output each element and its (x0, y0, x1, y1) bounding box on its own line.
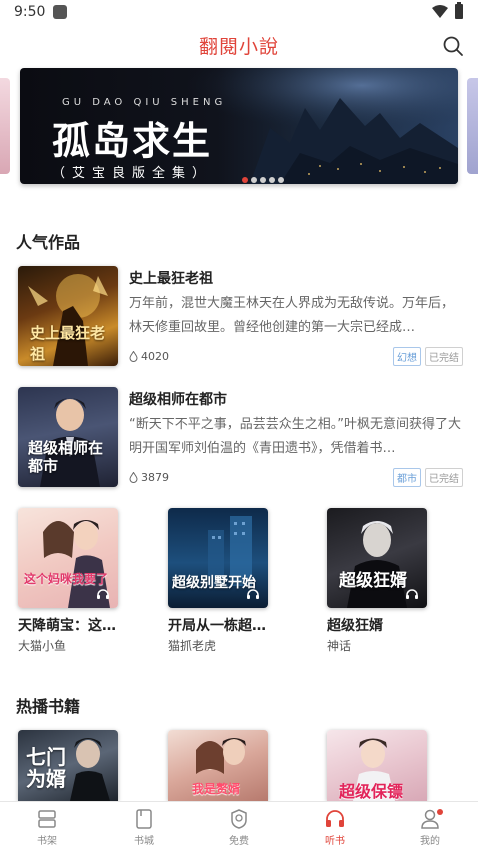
bookstore-icon (136, 809, 152, 829)
banner-carousel[interactable]: GU DAO QIU SHENG 孤岛求生 （艾宝良版全集） (20, 68, 458, 184)
book-cover[interactable]: 我是赘婿 (168, 730, 268, 801)
notification-icon (53, 5, 67, 19)
book-cover[interactable]: 超级狂婿 (327, 508, 427, 608)
app-title: 翻閱小說 (198, 36, 279, 58)
play-count: 3879 (129, 471, 169, 484)
book-cover[interactable]: 超级保镖 (327, 730, 427, 801)
carousel-dot[interactable] (251, 176, 257, 183)
nav-label: 我的 (420, 836, 440, 847)
book-tags: 幻想 已完结 (389, 346, 463, 366)
nav-item-bookshelf[interactable]: 书架 (17, 808, 77, 847)
nav-label: 书架 (37, 836, 57, 847)
audio-icon (247, 589, 259, 599)
play-count-value: 3879 (141, 471, 169, 484)
cover-title: 史上最狂老祖 (30, 324, 106, 363)
book-title[interactable]: 史上最狂老祖 (129, 268, 213, 288)
nav-item-bookstore[interactable]: 书城 (114, 808, 174, 847)
nav-item-profile[interactable]: 我的 (400, 808, 460, 847)
search-icon[interactable] (441, 34, 465, 58)
cover-title: 我是赘婿 (192, 782, 241, 796)
grid-book-item[interactable]: 七门为婿 (18, 730, 118, 801)
book-author: 神话 (327, 639, 352, 653)
book-author: 大猫小鱼 (18, 639, 67, 653)
cover-title: 超级保镖 (339, 782, 404, 801)
list-item[interactable]: 超级相师在都市 超级相师在都市 “断天下不平之事，品芸芸众生之相。”叶枫无意间获… (18, 387, 463, 487)
nav-item-audiobooks[interactable]: 听书 (305, 808, 365, 847)
status-bar: 9:50 (0, 0, 478, 26)
play-count: 4020 (129, 350, 169, 363)
app-header: 翻閱小說 (0, 26, 478, 64)
nav-label: 免费 (229, 836, 249, 847)
carousel-dot[interactable] (242, 176, 248, 183)
list-item[interactable]: 史上最狂老祖 史上最狂老祖 万年前，混世大魔王林天在人界成为无敌传说。万年后，林… (18, 266, 463, 366)
book-title[interactable]: 开局从一栋超… (168, 615, 268, 635)
banner-pinyin: GU DAO QIU SHENG (62, 97, 227, 108)
banner-prev-peek[interactable] (0, 78, 10, 174)
cover-title: 这个妈咪我要了 (24, 572, 109, 586)
book-description: 万年前，混世大魔王林天在人界成为无敌传说。万年后，林天修重回故里。曾经他创建的第… (129, 296, 455, 335)
wifi-icon (432, 5, 448, 18)
grid-book-item[interactable]: 超级狂婿 超级狂婿 神话 (327, 508, 427, 654)
carousel-dot[interactable] (278, 176, 284, 183)
section-title-hot: 热播书籍 (16, 697, 81, 716)
free-icon (231, 809, 247, 829)
section-title-popular: 人气作品 (16, 233, 81, 252)
banner-title: 孤岛求生 (52, 118, 213, 163)
book-title[interactable]: 超级相师在都市 (129, 389, 227, 409)
genre-tag: 幻想 (393, 347, 421, 366)
play-count-value: 4020 (141, 350, 169, 363)
banner-next-peek[interactable] (467, 78, 478, 174)
notification-badge (437, 809, 443, 815)
book-cover[interactable]: 这个妈咪我要了 (18, 508, 118, 608)
carousel-dot[interactable] (269, 176, 275, 183)
carousel-dot[interactable] (260, 176, 266, 183)
status-time: 9:50 (14, 4, 46, 20)
grid-book-item[interactable]: 超级保镖 (327, 730, 427, 801)
cover-title: 七门为婿 (26, 745, 66, 791)
nav-label: 听书 (325, 836, 345, 847)
nav-label: 书城 (134, 836, 154, 847)
book-author: 猫抓老虎 (168, 639, 217, 653)
grid-book-item[interactable]: 超级别墅开始 开局从一栋超… 猫抓老虎 (168, 508, 268, 654)
audio-icon (406, 589, 418, 599)
genre-tag: 都市 (393, 468, 421, 487)
nav-item-free[interactable]: 免费 (209, 808, 269, 847)
popularity-icon (129, 472, 138, 483)
book-tags: 都市 已完结 (389, 467, 463, 487)
cover-title: 超级狂婿 (339, 571, 407, 591)
status-tag: 已完结 (425, 468, 463, 487)
audio-icon (97, 589, 109, 599)
bookshelf-icon (38, 810, 56, 828)
book-description: “断天下不平之事，品芸芸众生之相。”叶枫无意间获得了大明开国军师刘伯温的《青田遗… (129, 417, 461, 456)
book-title[interactable]: 超级狂婿 (327, 615, 427, 635)
popularity-icon (129, 351, 138, 362)
carousel-indicator (242, 169, 287, 183)
book-cover[interactable]: 七门为婿 (18, 730, 118, 801)
battery-icon (455, 2, 463, 19)
bottom-nav: 书架 书城 免费 听书 我的 (0, 801, 478, 851)
book-cover[interactable]: 超级相师在都市 (18, 387, 118, 487)
grid-book-item[interactable]: 我是赘婿 (168, 730, 268, 801)
book-title[interactable]: 天降萌宝：这… (18, 615, 118, 635)
grid-book-item[interactable]: 这个妈咪我要了 天降萌宝：这… 大猫小鱼 (18, 508, 118, 654)
banner-subtitle: （艾宝良版全集） (52, 166, 213, 181)
status-tag: 已完结 (425, 347, 463, 366)
book-cover[interactable]: 超级别墅开始 (168, 508, 268, 608)
cover-title: 超级相师在都市 (28, 439, 104, 475)
headphones-icon (326, 810, 344, 827)
book-cover[interactable]: 史上最狂老祖 (18, 266, 118, 366)
